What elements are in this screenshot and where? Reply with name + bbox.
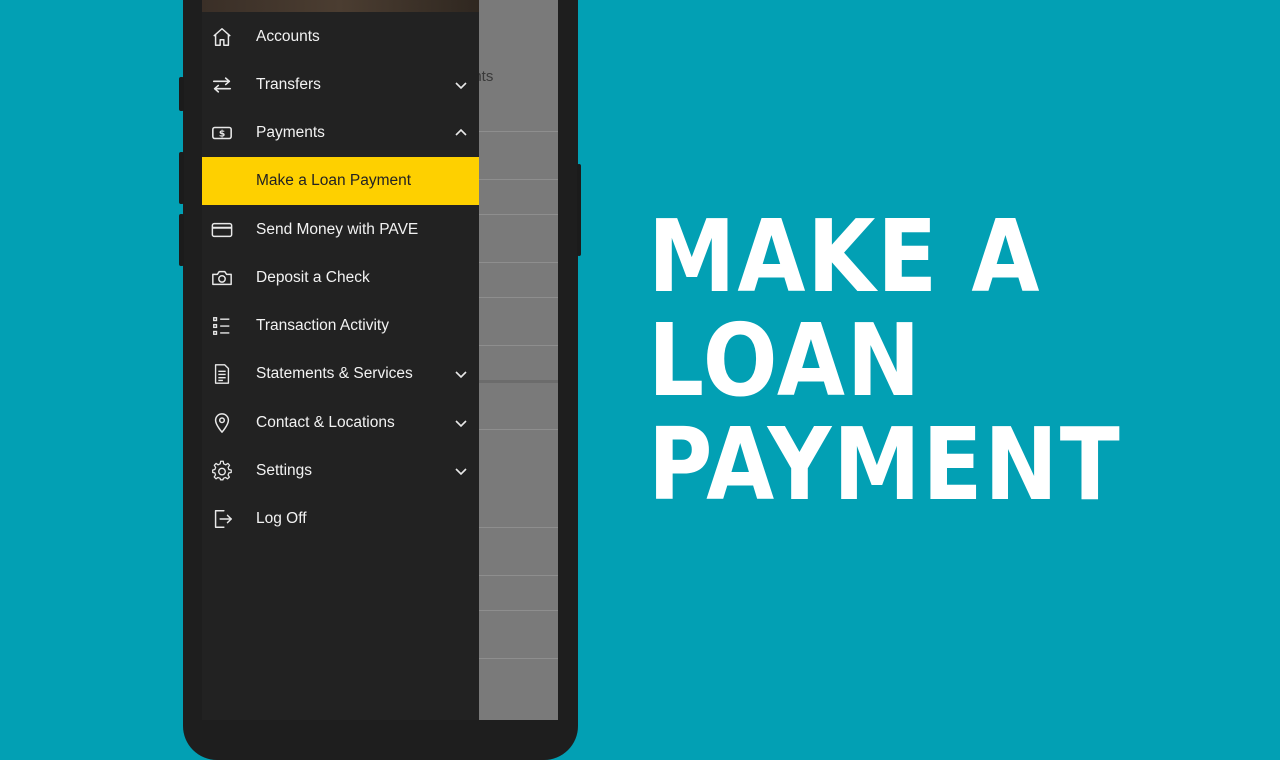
- menu-item-deposit-check[interactable]: Deposit a Check: [202, 254, 479, 302]
- chevron-up-icon[interactable]: [454, 126, 468, 140]
- menu-item-settings[interactable]: Settings: [202, 447, 479, 495]
- menu-item-label: Send Money with PAVE: [256, 221, 419, 238]
- phone-power-button: [577, 164, 581, 256]
- headline-line-2: LOAN: [648, 302, 923, 419]
- headline-line-3: PAYMENT: [648, 406, 1122, 523]
- menu-item-statements-services[interactable]: Statements & Services: [202, 350, 479, 398]
- list-icon: [210, 314, 234, 338]
- menu-item-label: Make a Loan Payment: [256, 172, 412, 189]
- chevron-down-icon[interactable]: [454, 367, 468, 381]
- phone-side-button: [179, 152, 184, 204]
- list-divider: [479, 297, 558, 298]
- headline: MAKE A LOAN PAYMENT: [648, 205, 1122, 517]
- phone-side-button: [179, 214, 184, 266]
- menu-item-label: Statements & Services: [256, 365, 413, 382]
- home-icon: [210, 25, 234, 49]
- list-divider: [479, 610, 558, 611]
- navigation-drawer: Accounts Transfers $ Payments Make a Loa…: [202, 12, 479, 720]
- menu-item-label: Contact & Locations: [256, 414, 395, 431]
- menu-item-label: Accounts: [256, 28, 320, 45]
- menu-item-accounts[interactable]: Accounts: [202, 13, 479, 61]
- menu-item-label: Settings: [256, 462, 313, 479]
- header-photo: [202, 0, 479, 12]
- chevron-down-icon[interactable]: [454, 464, 468, 478]
- menu-item-payments[interactable]: $ Payments: [202, 109, 479, 157]
- menu-item-transfers[interactable]: Transfers: [202, 61, 479, 109]
- list-divider: [479, 658, 558, 659]
- chevron-down-icon[interactable]: [454, 78, 468, 92]
- menu-item-make-loan-payment[interactable]: Make a Loan Payment: [202, 157, 479, 205]
- list-divider: [479, 429, 558, 430]
- menu-item-label: Log Off: [256, 510, 307, 527]
- phone-side-button: [179, 77, 184, 111]
- camera-icon: [210, 266, 234, 290]
- menu-item-label: Payments: [256, 124, 325, 141]
- list-divider: [479, 179, 558, 180]
- logout-icon: [210, 507, 234, 531]
- menu-item-label: Transaction Activity: [256, 317, 389, 334]
- transfer-arrows-icon: [210, 73, 234, 97]
- menu-item-contact-locations[interactable]: Contact & Locations: [202, 399, 479, 447]
- headline-line-1: MAKE A: [648, 198, 1042, 315]
- location-pin-icon: [210, 411, 234, 435]
- menu-item-send-money-pave[interactable]: Send Money with PAVE: [202, 206, 479, 254]
- menu-item-label: Transfers: [256, 76, 321, 93]
- list-divider: [479, 262, 558, 263]
- svg-text:$: $: [219, 129, 225, 140]
- menu-item-transaction-activity[interactable]: Transaction Activity: [202, 302, 479, 350]
- gear-icon: [210, 459, 234, 483]
- list-divider: [479, 131, 558, 132]
- credit-card-icon: [210, 218, 234, 242]
- list-divider: [479, 345, 558, 346]
- dollar-bill-icon: $: [210, 121, 234, 145]
- chevron-down-icon[interactable]: [454, 416, 468, 430]
- list-divider: [479, 527, 558, 528]
- list-divider: [479, 575, 558, 576]
- menu-item-label: Deposit a Check: [256, 269, 370, 286]
- document-icon: [210, 362, 234, 386]
- menu-item-log-off[interactable]: Log Off: [202, 495, 479, 543]
- list-divider: [479, 214, 558, 215]
- section-divider: [479, 380, 558, 383]
